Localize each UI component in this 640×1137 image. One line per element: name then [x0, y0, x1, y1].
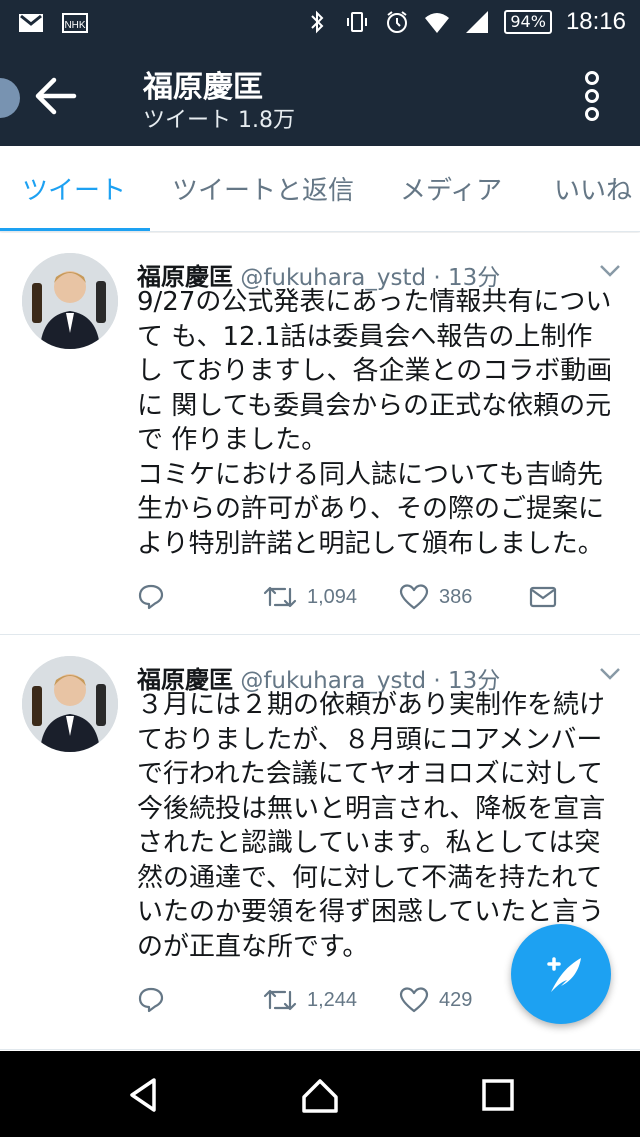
chevron-down-icon[interactable] [598, 263, 622, 279]
like-button[interactable]: 429 [399, 986, 472, 1014]
avatar[interactable] [22, 656, 118, 752]
like-button[interactable]: 386 [399, 583, 472, 611]
reply-icon [138, 584, 164, 610]
envelope-icon [529, 586, 557, 608]
tweet-actions: 1,244 429 [137, 986, 517, 1026]
chevron-down-icon[interactable] [598, 666, 622, 682]
reply-button[interactable] [137, 583, 165, 611]
retweet-button[interactable]: 1,094 [263, 583, 357, 611]
app-header: 福原慶匡 ツイート 1.8万 [0, 46, 640, 146]
retweet-count: 1,094 [307, 585, 358, 608]
retweet-count: 1,244 [307, 988, 358, 1011]
active-tab-indicator [0, 228, 150, 231]
avatar[interactable] [22, 253, 118, 349]
tab-media[interactable]: メディア [400, 170, 502, 207]
status-bar: NHK 94% 18:16 [0, 0, 640, 46]
direct-message-button[interactable] [529, 583, 557, 611]
more-options-icon[interactable] [580, 70, 604, 122]
back-arrow-icon[interactable] [30, 74, 80, 118]
reply-button[interactable] [137, 986, 165, 1014]
tab-tweets[interactable]: ツイート [22, 170, 126, 207]
system-navigation-bar [0, 1051, 640, 1137]
clock: 18:16 [565, 8, 626, 35]
vibrate-icon [347, 12, 368, 32]
compose-tweet-button[interactable] [511, 924, 611, 1024]
tweet-text: ３月には２期の依頼があり実制作を続け ておりましたが、８月頭にコアメンバー で行… [137, 690, 614, 962]
nav-recents-icon[interactable] [478, 1075, 518, 1115]
wifi-icon [425, 13, 450, 33]
retweet-button[interactable]: 1,244 [263, 986, 357, 1014]
bluetooth-icon [311, 10, 324, 34]
tweet-text: 9/27の公式発表にあった情報共有について も、12.1話は委員会へ報告の上制作… [137, 287, 613, 559]
profile-name-title: 福原慶匡 [143, 70, 263, 105]
battery-indicator: 94% [504, 10, 552, 34]
tweet-count-subtitle: ツイート 1.8万 [143, 108, 295, 133]
profile-tabs: ツイート ツイートと返信 メディア いいね [0, 146, 640, 232]
nhk-icon: NHK [62, 13, 88, 33]
tweet-item[interactable]: 福原慶匡 @fukuhara_ystd · 13分 9/27の公式発表にあった情… [0, 233, 640, 635]
signal-icon [466, 11, 489, 33]
retweet-icon [263, 586, 297, 608]
tweet-actions: 1,094 386 [137, 583, 617, 623]
compose-feather-icon [547, 957, 581, 992]
heart-icon [399, 584, 429, 610]
gmail-icon [19, 14, 43, 32]
svg-text:NHK: NHK [64, 20, 85, 31]
heart-icon [399, 987, 429, 1013]
edge-indicator [0, 78, 20, 118]
like-count: 429 [439, 988, 473, 1011]
reply-icon [138, 987, 164, 1013]
tab-likes[interactable]: いいね [554, 170, 632, 207]
retweet-icon [263, 989, 297, 1011]
like-count: 386 [439, 585, 473, 608]
nav-home-icon[interactable] [300, 1075, 340, 1115]
nav-back-icon[interactable] [124, 1075, 164, 1115]
alarm-icon [387, 11, 408, 33]
tab-tweets-and-replies[interactable]: ツイートと返信 [172, 170, 354, 207]
